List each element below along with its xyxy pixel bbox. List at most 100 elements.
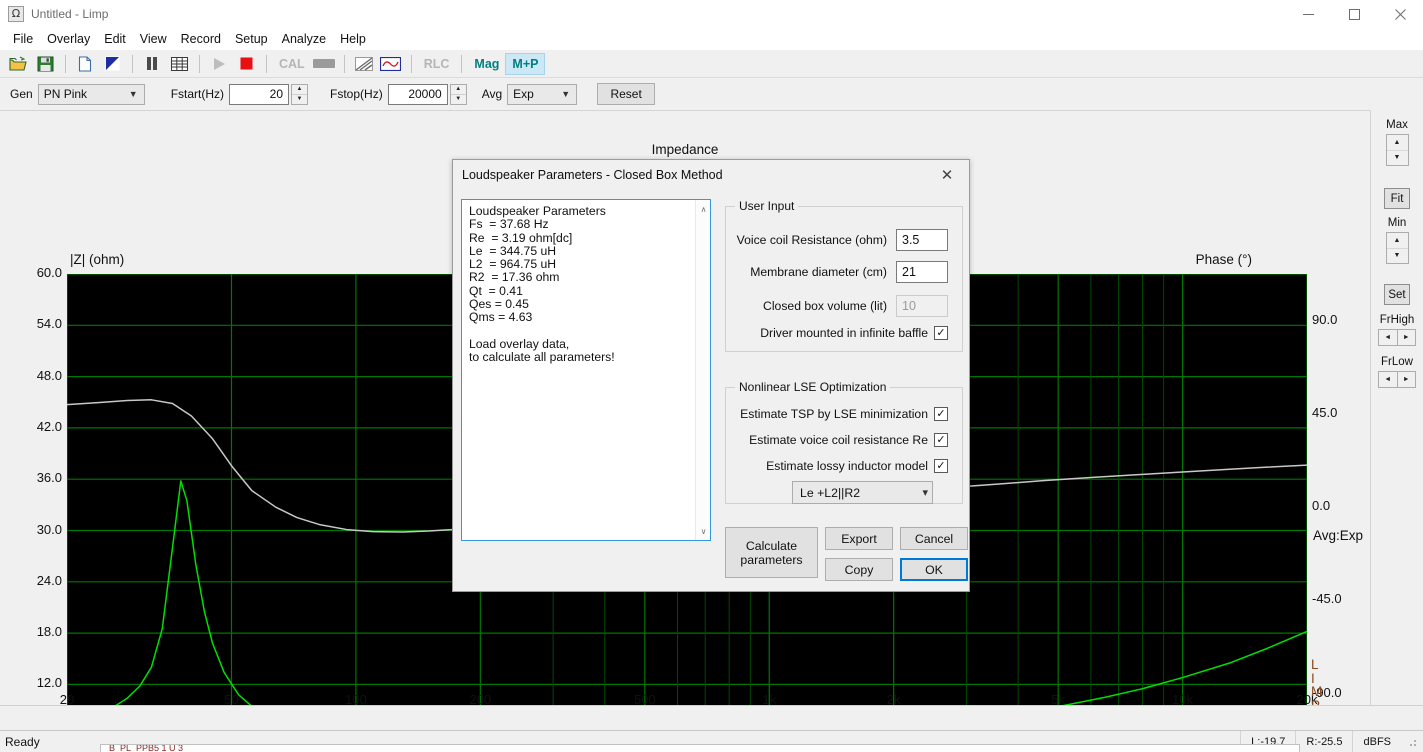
toolbar-separator — [132, 55, 133, 73]
min-stepper[interactable]: ▲ ▼ — [1386, 232, 1409, 264]
estimate-lossy-inductor-checkbox[interactable]: ✓ — [934, 459, 948, 473]
scroll-down-icon[interactable]: ∨ — [696, 524, 711, 538]
toolbar-separator — [266, 55, 267, 73]
pause-icon[interactable] — [139, 52, 165, 76]
copy-button[interactable]: Copy — [825, 558, 893, 581]
results-scrollbar[interactable]: ∧ ∨ — [695, 200, 710, 540]
membrane-diameter-input[interactable]: 21 — [896, 261, 948, 283]
magphase-button[interactable]: M+P — [505, 53, 545, 75]
voice-coil-resistance-input[interactable]: 3.5 — [896, 229, 948, 251]
rlc-button[interactable]: RLC — [418, 53, 456, 75]
generator-select[interactable]: PN Pink ▼ — [38, 84, 145, 105]
waveform-icon[interactable] — [378, 52, 404, 76]
menu-edit[interactable]: Edit — [97, 29, 133, 49]
set-button[interactable]: Set — [1384, 284, 1410, 305]
avg-select[interactable]: Exp ▼ — [507, 84, 577, 105]
fstop-stepper[interactable]: ▲ ▼ — [450, 84, 467, 105]
grid-table-icon[interactable] — [166, 52, 192, 76]
mag-button[interactable]: Mag — [468, 53, 505, 75]
menu-overlay[interactable]: Overlay — [40, 29, 97, 49]
record-stop-icon[interactable] — [233, 52, 259, 76]
arrow-left-icon[interactable]: ◄ — [1378, 371, 1397, 388]
y-tick-left: 12.0 — [37, 675, 62, 690]
limp-watermark-letter: L — [1311, 658, 1322, 672]
stepper-down-icon[interactable]: ▼ — [1387, 151, 1408, 166]
max-label: Max — [1371, 119, 1423, 131]
max-stepper[interactable]: ▲ ▼ — [1386, 134, 1409, 166]
fit-button[interactable]: Fit — [1384, 188, 1410, 209]
dialog-title-bar: Loudspeaker Parameters - Closed Box Meth… — [453, 160, 969, 190]
fstart-input[interactable]: 20 — [229, 84, 289, 105]
minimize-button[interactable] — [1285, 0, 1331, 28]
export-button[interactable]: Export — [825, 527, 893, 550]
save-disk-icon[interactable] — [32, 52, 58, 76]
stepper-up-icon[interactable]: ▲ — [292, 85, 307, 95]
stepper-up-icon[interactable]: ▲ — [1387, 135, 1408, 151]
arrow-right-icon[interactable]: ► — [1397, 329, 1417, 346]
menu-help[interactable]: Help — [333, 29, 373, 49]
status-right-level: R:-25.5 — [1295, 731, 1352, 752]
stepper-down-icon[interactable]: ▼ — [292, 95, 307, 104]
fstart-stepper[interactable]: ▲ ▼ — [291, 84, 308, 105]
estimate-tsp-checkbox[interactable]: ✓ — [934, 407, 948, 421]
open-folder-icon[interactable] — [5, 52, 31, 76]
dialog-close-icon[interactable]: ✕ — [925, 160, 969, 190]
menu-file[interactable]: File — [6, 29, 40, 49]
frlow-label: FrLow — [1371, 356, 1423, 368]
background-window-strip[interactable]: B_PL_PPB5 1 U 3 — [100, 744, 1300, 752]
frlow-arrows[interactable]: ◄ ► — [1378, 371, 1416, 388]
closed-box-volume-input: 10 — [896, 295, 948, 317]
plot-title: Impedance — [0, 142, 1370, 157]
ok-button[interactable]: OK — [900, 558, 968, 581]
color-triangle-icon[interactable] — [99, 52, 125, 76]
estimate-re-row[interactable]: Estimate voice coil resistance Re ✓ — [726, 433, 948, 447]
y-tick-left: 24.0 — [37, 573, 62, 588]
menu-analyze[interactable]: Analyze — [275, 29, 333, 49]
y-tick-right: 0.0 — [1312, 498, 1330, 513]
y-tick-right: 45.0 — [1312, 405, 1337, 420]
closed-box-volume-label: Closed box volume (lit) — [763, 299, 887, 313]
inductor-model-select[interactable]: Le +L2||R2 ▾ — [792, 481, 933, 504]
cal-button[interactable]: CAL — [273, 53, 311, 75]
resize-grip-icon[interactable] — [1405, 735, 1419, 749]
gray-bar-icon[interactable] — [311, 52, 337, 76]
infinite-baffle-checkbox[interactable]: ✓ — [934, 326, 948, 340]
dialog-title: Loudspeaker Parameters - Closed Box Meth… — [462, 168, 723, 182]
y-tick-left: 54.0 — [37, 316, 62, 331]
frhigh-arrows[interactable]: ◄ ► — [1378, 329, 1416, 346]
new-document-icon[interactable] — [72, 52, 98, 76]
infinite-baffle-row[interactable]: Driver mounted in infinite baffle ✓ — [726, 326, 948, 340]
avg-label: Avg — [482, 87, 502, 101]
maximize-button[interactable] — [1331, 0, 1377, 28]
results-listbox[interactable]: Loudspeaker Parameters Fs = 37.68 Hz Re … — [461, 199, 711, 541]
limp-application-window: Ω Untitled - Limp File Overlay Edit View… — [0, 0, 1423, 752]
scroll-up-icon[interactable]: ∧ — [696, 202, 711, 216]
parameter-bar: Gen PN Pink ▼ Fstart(Hz) 20 ▲ ▼ Fstop(Hz… — [0, 79, 1423, 109]
menu-record[interactable]: Record — [174, 29, 228, 49]
avg-select-value: Exp — [513, 87, 534, 101]
estimate-re-checkbox[interactable]: ✓ — [934, 433, 948, 447]
hatched-icon[interactable] — [351, 52, 377, 76]
calculate-parameters-button[interactable]: Calculate parameters — [725, 527, 818, 578]
menu-setup[interactable]: Setup — [228, 29, 275, 49]
arrow-right-icon[interactable]: ► — [1397, 371, 1417, 388]
stepper-up-icon[interactable]: ▲ — [451, 85, 466, 95]
toolbar-separator — [65, 55, 66, 73]
background-window-title: B_PL_PPB5 1 U 3 — [109, 744, 183, 752]
results-text: Loudspeaker Parameters Fs = 37.68 Hz Re … — [469, 205, 693, 365]
arrow-left-icon[interactable]: ◄ — [1378, 329, 1397, 346]
limp-watermark-letter: M — [1311, 685, 1322, 699]
menu-view[interactable]: View — [133, 29, 174, 49]
close-button[interactable] — [1377, 0, 1423, 28]
stepper-down-icon[interactable]: ▼ — [1387, 249, 1408, 264]
play-icon[interactable] — [206, 52, 232, 76]
cancel-button[interactable]: Cancel — [900, 527, 968, 550]
estimate-lossy-inductor-row[interactable]: Estimate lossy inductor model ✓ — [726, 459, 948, 473]
stepper-up-icon[interactable]: ▲ — [1387, 233, 1408, 249]
stepper-down-icon[interactable]: ▼ — [451, 95, 466, 104]
reset-button[interactable]: Reset — [597, 83, 655, 105]
estimate-tsp-row[interactable]: Estimate TSP by LSE minimization ✓ — [726, 407, 948, 421]
y-tick-left: 42.0 — [37, 419, 62, 434]
frhigh-label: FrHigh — [1371, 314, 1423, 326]
fstop-input[interactable]: 20000 — [388, 84, 448, 105]
